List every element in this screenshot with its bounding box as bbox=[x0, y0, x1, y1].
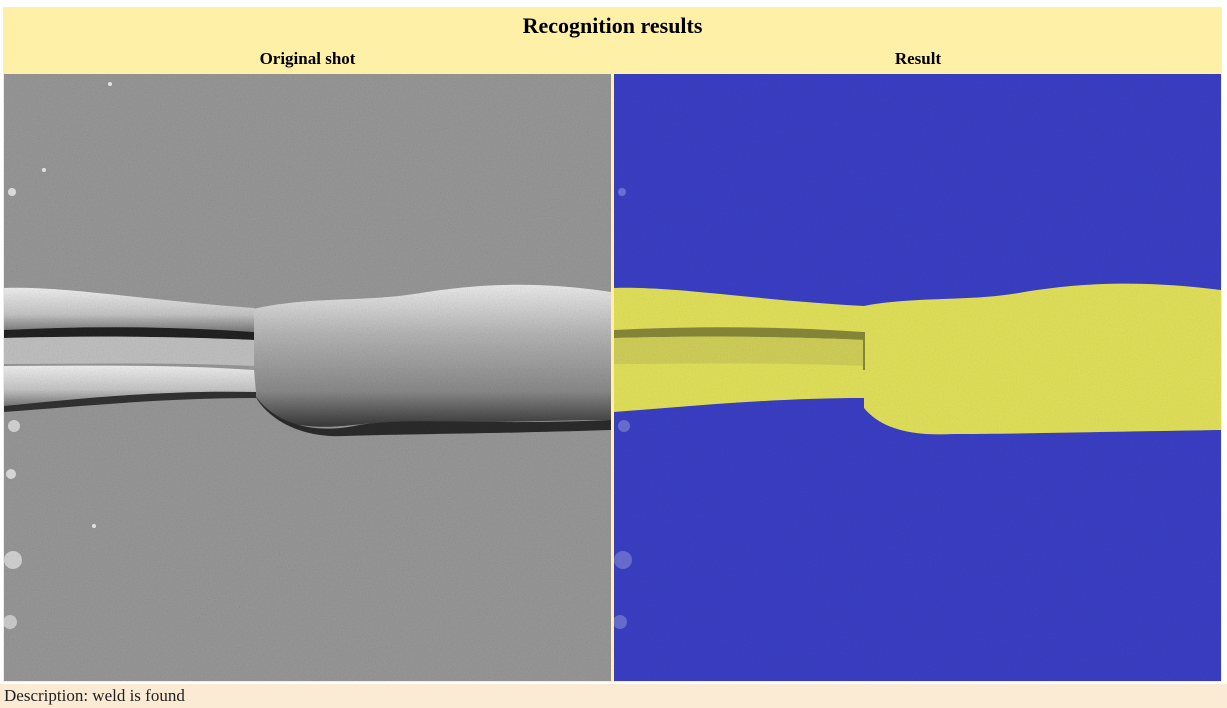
result-description: Description: weld is found bbox=[0, 684, 1227, 708]
recognition-page: Recognition results Original shot Result bbox=[0, 0, 1227, 708]
original-shot-image bbox=[4, 74, 611, 681]
original-shot-header: Original shot bbox=[259, 49, 356, 68]
result-image bbox=[614, 74, 1221, 681]
page-title: Recognition results bbox=[522, 13, 703, 38]
result-header: Result bbox=[894, 49, 942, 68]
results-table: Recognition results Original shot Result bbox=[3, 7, 1222, 682]
